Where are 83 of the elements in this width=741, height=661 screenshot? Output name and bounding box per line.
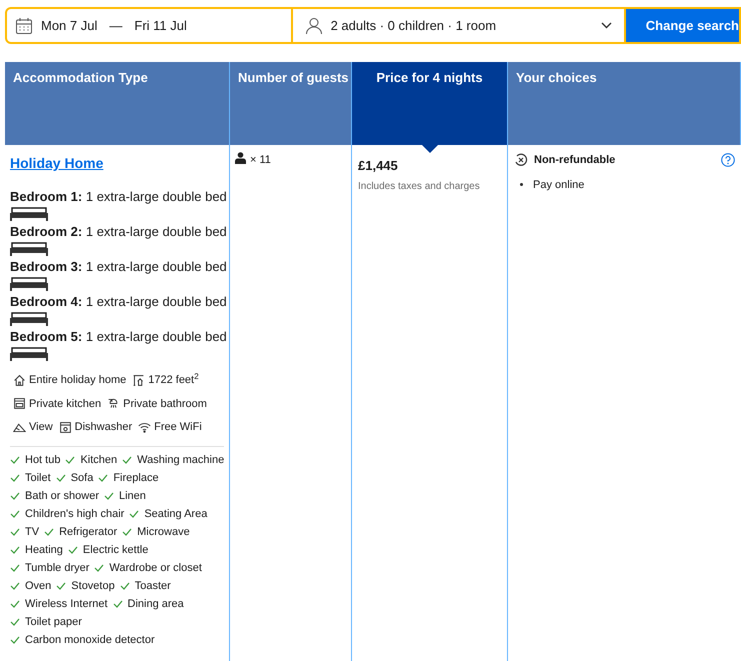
price: £1,445 bbox=[358, 157, 399, 175]
amenity-label: Electric kettle bbox=[82, 542, 148, 556]
occupancy-dropdown[interactable]: 2 adults · 0 children · 1 room bbox=[292, 9, 624, 42]
date-field[interactable]: Mon 7 Jul — Fri 11 Jul bbox=[7, 9, 291, 42]
check-icon bbox=[98, 472, 108, 482]
bullet-icon bbox=[520, 183, 523, 186]
chevron-down-icon bbox=[600, 22, 612, 29]
choice-label: Pay online bbox=[533, 178, 584, 192]
facility-label: Dishwasher bbox=[74, 420, 132, 435]
facility-label: View bbox=[29, 420, 53, 435]
bedroom-description: Bedroom 5: 1 extra-large double bed bbox=[10, 328, 224, 346]
amenity-label: Toilet bbox=[25, 470, 51, 484]
wifi-icon bbox=[138, 420, 152, 434]
amenity-label: Hot tub bbox=[25, 452, 60, 466]
amenity-label: Linen bbox=[118, 488, 146, 502]
check-icon bbox=[65, 454, 76, 464]
pointer-icon bbox=[422, 145, 438, 153]
facility-label: Private kitchen bbox=[29, 396, 102, 412]
amenity-label: Toaster bbox=[134, 578, 171, 592]
bed-icon bbox=[10, 242, 48, 256]
check-icon bbox=[56, 472, 66, 482]
shower-icon bbox=[107, 397, 120, 410]
bedroom-description: Bedroom 4: 1 extra-large double bed bbox=[10, 293, 224, 311]
amenity-label: Tumble dryer bbox=[25, 560, 90, 574]
amenity-label: Refrigerator bbox=[59, 524, 118, 538]
cancel-policy-icon bbox=[514, 153, 528, 168]
column-header: Accommodation Type bbox=[5, 62, 230, 145]
date-separator: — bbox=[109, 16, 122, 35]
facility-label: Private bathroom bbox=[123, 396, 207, 412]
amenity-label: Carbon monoxide detector bbox=[25, 632, 155, 646]
amenity-label: Dining area bbox=[128, 596, 184, 610]
room-name-link[interactable]: Holiday Home bbox=[10, 155, 104, 171]
floor-size-icon bbox=[132, 374, 146, 387]
check-out-date: Fri 11 Jul bbox=[134, 16, 187, 35]
check-icon bbox=[104, 490, 114, 500]
policy-label: Non-refundable bbox=[534, 153, 616, 168]
change-search-button[interactable]: Change search bbox=[626, 9, 739, 42]
check-in-date: Mon 7 Jul bbox=[41, 16, 98, 35]
price-note: Includes taxes and charges bbox=[358, 180, 481, 194]
amenity-label: Sofa bbox=[70, 470, 94, 484]
mountain-icon bbox=[13, 420, 26, 434]
help-icon[interactable] bbox=[721, 153, 735, 168]
bedroom-description: Bedroom 1: 1 extra-large double bed bbox=[10, 188, 224, 206]
person-icon bbox=[304, 16, 323, 34]
house-icon bbox=[13, 374, 26, 387]
amenity-label: TV bbox=[25, 524, 40, 538]
bed-icon bbox=[10, 346, 48, 360]
bedroom-description: Bedroom 2: 1 extra-large double bed bbox=[10, 223, 224, 241]
bed-icon bbox=[10, 276, 48, 290]
bed-icon bbox=[10, 312, 48, 326]
bed-icon bbox=[10, 206, 48, 220]
amenity-label: Kitchen bbox=[80, 452, 118, 466]
amenity-label: Microwave bbox=[137, 524, 190, 538]
check-icon bbox=[120, 580, 130, 590]
check-icon bbox=[44, 526, 54, 536]
amenity-label: Oven bbox=[25, 578, 52, 592]
check-icon bbox=[94, 562, 104, 572]
amenity-label: Wireless Internet bbox=[25, 596, 108, 610]
person-icon bbox=[235, 152, 246, 164]
amenity-label: Children's high chair bbox=[25, 506, 124, 520]
dishwasher-icon bbox=[58, 420, 72, 434]
check-icon bbox=[68, 544, 78, 554]
amenity-label: Fireplace bbox=[113, 470, 159, 484]
bedroom-description: Bedroom 3: 1 extra-large double bed bbox=[10, 258, 224, 276]
check-icon bbox=[112, 598, 123, 608]
facility-label: Free WiFi bbox=[154, 420, 202, 435]
check-icon bbox=[122, 526, 132, 536]
check-icon bbox=[122, 454, 132, 464]
calendar-icon bbox=[15, 16, 33, 34]
facility-label: 1722 feet$^{2}$ bbox=[148, 372, 199, 388]
amenity-label: Seating Area bbox=[144, 506, 208, 520]
amenity-label: Washing machine bbox=[137, 452, 224, 466]
guest-count: × 11 bbox=[250, 153, 271, 168]
amenity-label: Heating bbox=[25, 542, 63, 556]
facility-label: Entire holiday home bbox=[29, 373, 126, 388]
amenity-label: Wardrobe or closet bbox=[109, 560, 202, 574]
check-icon bbox=[129, 508, 140, 518]
column-header: Your choices bbox=[508, 62, 741, 145]
amenity-label: Bath or shower bbox=[25, 488, 99, 502]
amenity-label: Stovetop bbox=[71, 578, 115, 592]
amenity-label: Toilet paper bbox=[25, 614, 82, 628]
check-icon bbox=[56, 580, 66, 590]
oven-icon bbox=[13, 397, 26, 410]
